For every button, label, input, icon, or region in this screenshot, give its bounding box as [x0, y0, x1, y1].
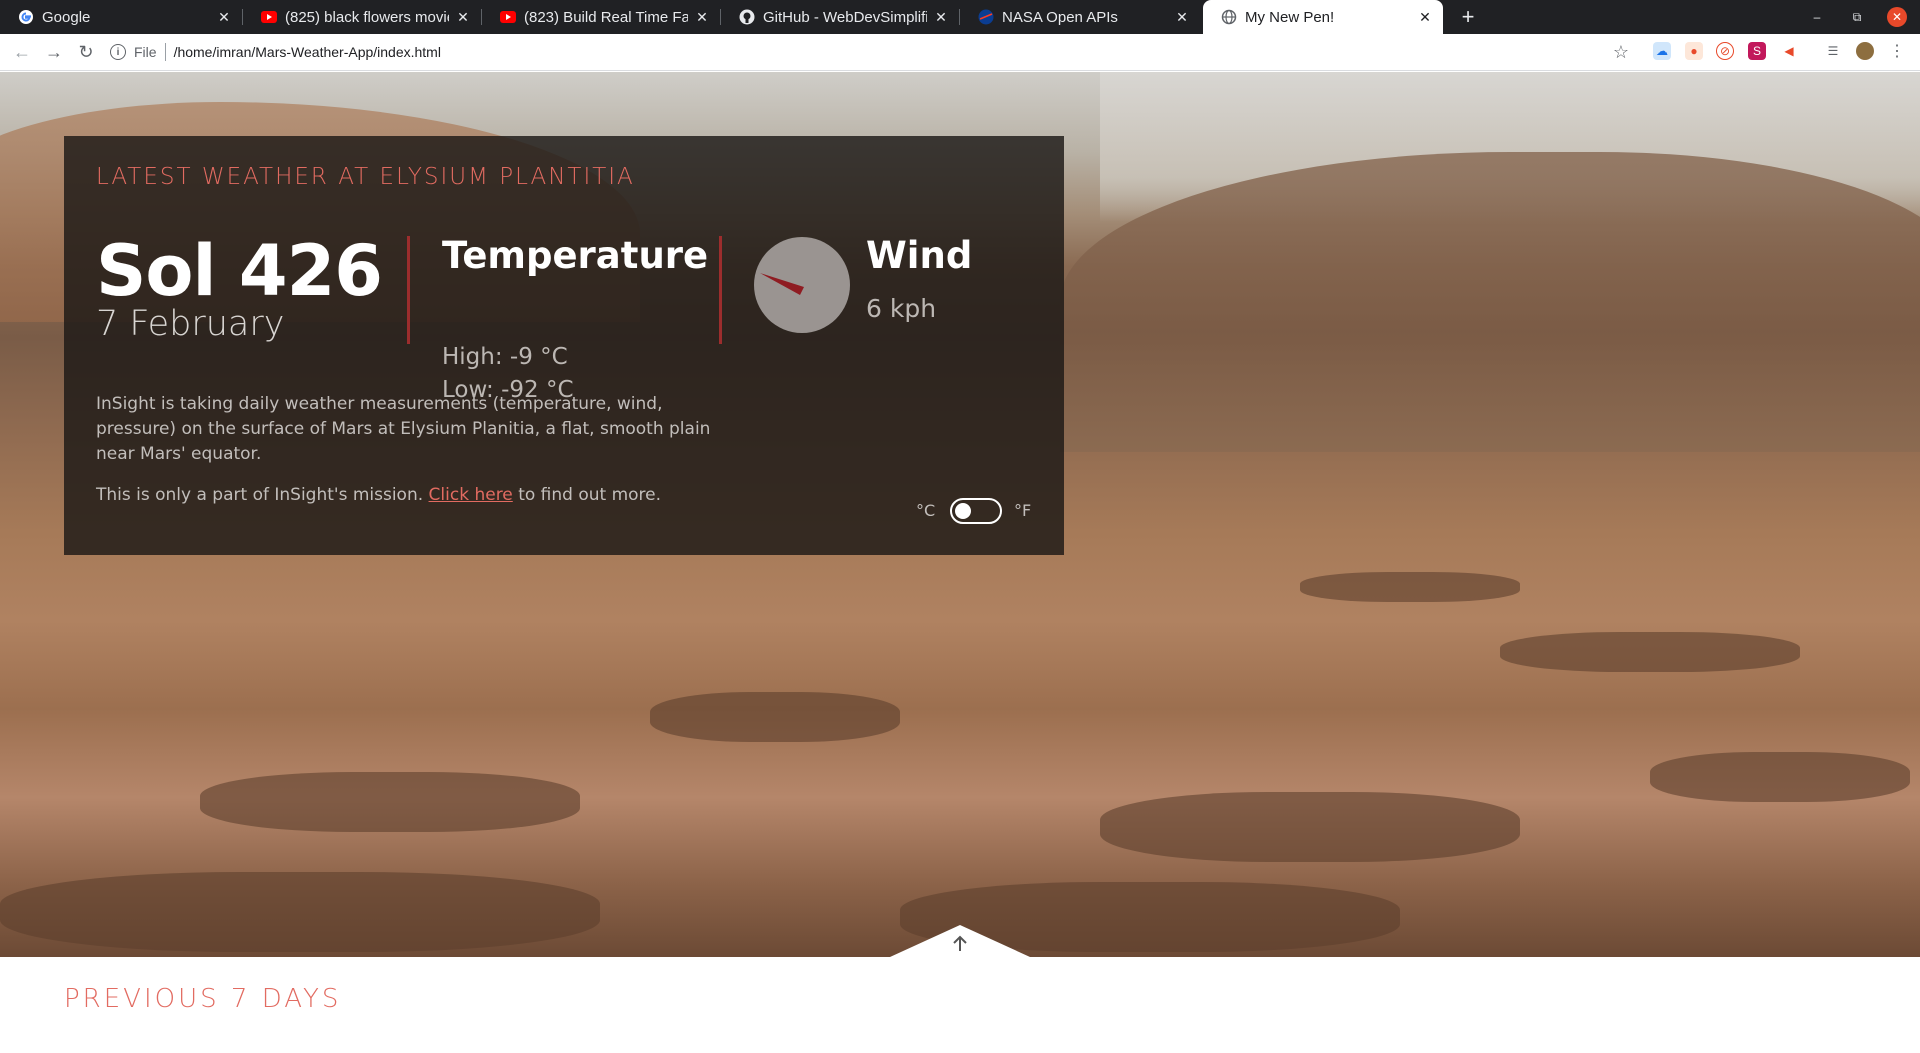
previous-days-heading: PREVIOUS 7 DAYS [64, 984, 342, 1014]
new-tab-button[interactable]: + [1455, 4, 1481, 30]
tab-youtube-1[interactable]: (825) black flowers movie ✕ [243, 0, 481, 34]
youtube-icon [500, 9, 516, 25]
tab-title: My New Pen! [1245, 8, 1335, 26]
back-button[interactable]: ← [10, 40, 34, 64]
tab-title: GitHub - WebDevSimplified [763, 8, 927, 26]
globe-icon [1221, 9, 1237, 25]
address-bar[interactable]: i File /home/imran/Mars-Weather-App/inde… [110, 37, 1630, 67]
github-icon [739, 9, 755, 25]
more-suffix: to find out more. [518, 485, 662, 505]
menu-kebab-icon[interactable]: ⋮ [1888, 42, 1906, 60]
panel-heading: LATEST WEATHER AT ELYSIUM PLANTITIA [96, 164, 635, 190]
tab-title: NASA Open APIs [1002, 8, 1118, 26]
tab-nasa[interactable]: NASA Open APIs ✕ [960, 0, 1200, 34]
wind-direction-icon [754, 237, 850, 333]
tab-title: (823) Build Real Time Face [524, 8, 688, 26]
window-close-button[interactable]: ✕ [1887, 7, 1907, 27]
avatar[interactable] [1856, 42, 1874, 60]
close-icon[interactable]: ✕ [455, 9, 471, 25]
reading-list-icon[interactable]: ☰ [1824, 42, 1842, 60]
wind-speed: 6 kph [866, 294, 937, 323]
block-extension-icon[interactable]: ⊘ [1716, 42, 1734, 60]
arrow-left-icon: ← [13, 41, 31, 62]
close-icon[interactable]: ✕ [933, 9, 949, 25]
restore-button[interactable]: ⧉ [1847, 7, 1867, 27]
close-icon[interactable]: ✕ [1174, 9, 1190, 25]
tab-title: Google [42, 8, 91, 26]
unit-fahrenheit-label: °F [1014, 501, 1032, 520]
nasa-icon [978, 9, 994, 25]
temperature-high: High: -9 °C [442, 344, 568, 370]
reload-button[interactable]: ↻ [74, 40, 98, 64]
tab-youtube-2[interactable]: (823) Build Real Time Face ✕ [482, 0, 720, 34]
browser-toolbar: ← → ↻ i File /home/imran/Mars-Weather-Ap… [0, 34, 1920, 71]
current-weather-panel: LATEST WEATHER AT ELYSIUM PLANTITIA Sol … [64, 136, 1064, 555]
cloud-extension-icon[interactable]: ☁ [1653, 42, 1671, 60]
address-path: /home/imran/Mars-Weather-App/index.html [173, 44, 441, 60]
click-here-link[interactable]: Click here [429, 485, 513, 505]
fire-extension-icon[interactable]: ● [1685, 42, 1703, 60]
info-icon[interactable]: i [110, 44, 126, 60]
youtube-icon [261, 9, 277, 25]
tab-github[interactable]: GitHub - WebDevSimplified ✕ [721, 0, 959, 34]
tab-title: (825) black flowers movie [285, 8, 449, 26]
close-icon[interactable]: ✕ [694, 9, 710, 25]
reload-icon: ↻ [78, 41, 94, 62]
mars-landscape-background: LATEST WEATHER AT ELYSIUM PLANTITIA Sol … [0, 72, 1920, 957]
close-icon[interactable]: ✕ [1417, 9, 1433, 25]
divider [719, 236, 722, 344]
bookmark-star-button[interactable]: ☆ [1609, 40, 1633, 64]
star-icon: ☆ [1612, 41, 1630, 62]
page-viewport: LATEST WEATHER AT ELYSIUM PLANTITIA Sol … [0, 72, 1920, 1053]
toggle-knob [955, 503, 971, 519]
wind-title: Wind [866, 234, 973, 277]
unit-toggle[interactable] [950, 498, 1002, 524]
unit-celsius-label: °C [916, 501, 936, 520]
tab-my-new-pen[interactable]: My New Pen! ✕ [1203, 0, 1443, 34]
mission-more: This is only a part of InSight's mission… [96, 485, 661, 505]
tab-google[interactable]: Google ✕ [0, 0, 242, 34]
close-icon[interactable]: ✕ [216, 9, 232, 25]
forward-button[interactable]: → [42, 40, 66, 64]
mission-description: InSight is taking daily weather measurem… [96, 394, 711, 464]
temperature-title: Temperature [442, 234, 709, 277]
arrow-right-icon: → [45, 41, 63, 62]
minimize-button[interactable]: – [1807, 7, 1827, 27]
divider [407, 236, 410, 344]
more-prefix: This is only a part of InSight's mission… [96, 485, 424, 505]
address-divider [164, 43, 166, 61]
browser-tab-bar: Google ✕ (825) black flowers movie ✕ (82… [0, 0, 1920, 34]
google-icon [18, 9, 34, 25]
address-scheme: File [134, 44, 157, 60]
sol-date: 7 February [96, 304, 285, 344]
megaphone-extension-icon[interactable]: ◀ [1780, 42, 1798, 60]
previous-days-toggle[interactable] [890, 925, 1030, 957]
s-extension-icon[interactable]: S [1748, 42, 1766, 60]
sol-number: Sol 426 [96, 230, 383, 312]
